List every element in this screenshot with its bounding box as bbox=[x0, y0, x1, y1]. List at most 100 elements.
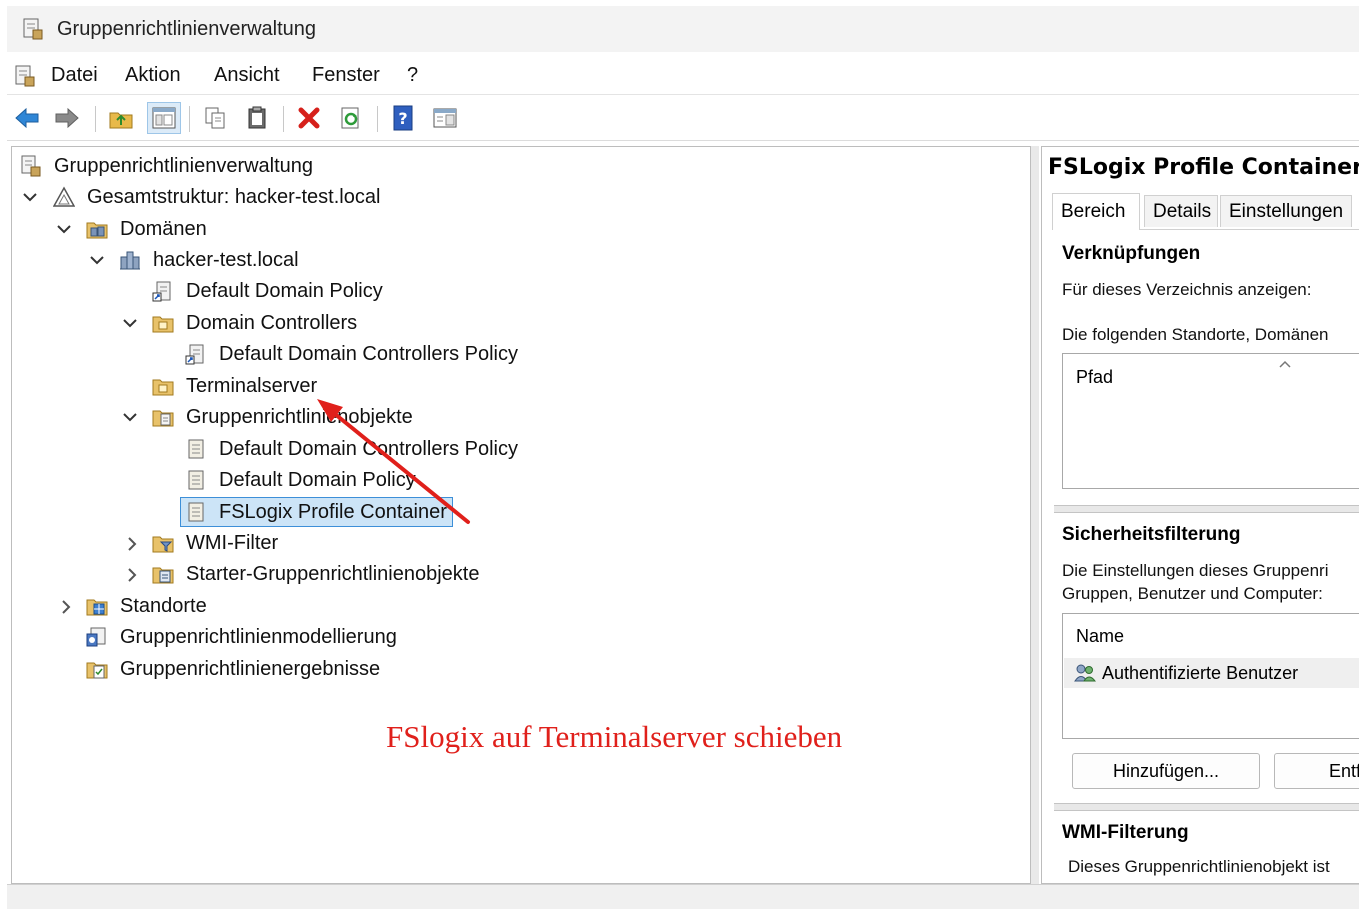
tree-node-gpo-container[interactable]: Gruppenrichtlinienobjekte bbox=[152, 403, 413, 431]
results-folder-icon bbox=[86, 658, 108, 680]
tree-label-terminalserver: Terminalserver bbox=[186, 374, 318, 397]
tree-label-gpo-fslogix: FSLogix Profile Container bbox=[219, 500, 447, 523]
menu-datei[interactable]: Datei bbox=[51, 64, 98, 87]
window-title: Gruppenrichtlinienverwaltung bbox=[57, 18, 317, 40]
wmi-heading: WMI-Filterung bbox=[1062, 822, 1189, 843]
tree-node-ddc-policy-link[interactable]: Default Domain Controllers Policy bbox=[185, 340, 518, 368]
forward-arrow-icon[interactable] bbox=[53, 104, 81, 132]
status-bar bbox=[7, 884, 1359, 909]
tab-details[interactable]: Details bbox=[1144, 195, 1218, 227]
security-list[interactable]: Name Authentifizierte Benutzer bbox=[1062, 613, 1359, 739]
tree-node-sites[interactable]: Standorte bbox=[86, 592, 207, 620]
chevron-down-icon[interactable] bbox=[56, 221, 72, 237]
chevron-down-icon[interactable] bbox=[89, 252, 105, 268]
tree-node-gpo-fslogix[interactable]: FSLogix Profile Container bbox=[180, 497, 453, 527]
tree-node-forest[interactable]: Gesamtstruktur: hacker-test.local bbox=[53, 183, 380, 211]
links-heading: Verknüpfungen bbox=[1062, 243, 1201, 264]
chevron-right-icon[interactable] bbox=[124, 536, 140, 552]
links-list[interactable]: Pfad bbox=[1062, 353, 1359, 489]
help-icon[interactable]: ? bbox=[389, 104, 417, 132]
gpo-link-icon bbox=[152, 280, 174, 302]
toolbar: ? bbox=[7, 96, 1359, 141]
gpo-scroll-icon bbox=[185, 501, 207, 523]
delete-icon[interactable] bbox=[295, 104, 323, 132]
tree-label-results: Gruppenrichtlinienergebnisse bbox=[120, 657, 381, 680]
chevron-down-icon[interactable] bbox=[122, 409, 138, 425]
gpmc-window: Gruppenrichtlinienverwaltung Datei Aktio… bbox=[7, 6, 1359, 909]
mmc-menu-icon[interactable] bbox=[13, 64, 37, 88]
add-button[interactable]: Hinzufügen... bbox=[1072, 753, 1260, 789]
sites-folder-icon bbox=[86, 595, 108, 617]
wmi-desc: Dieses Gruppenrichtlinienobjekt ist bbox=[1068, 857, 1330, 876]
menu-help[interactable]: ? bbox=[407, 64, 418, 87]
tree-node-results[interactable]: Gruppenrichtlinienergebnisse bbox=[86, 655, 380, 683]
tree-label-gpo-ddc-policy: Default Domain Controllers Policy bbox=[219, 437, 519, 460]
tree-node-default-domain-policy-link[interactable]: Default Domain Policy bbox=[152, 277, 383, 305]
security-entry-row[interactable]: Authentifizierte Benutzer bbox=[1064, 658, 1359, 688]
chevron-down-icon[interactable] bbox=[122, 315, 138, 331]
links-desc: Die folgenden Standorte, Domänen bbox=[1062, 325, 1329, 344]
tree-label-wmi-filter: WMI-Filter bbox=[186, 531, 279, 554]
tree-label-sites: Standorte bbox=[120, 594, 207, 617]
tree-label-domain-controllers: Domain Controllers bbox=[186, 311, 358, 334]
menu-ansicht[interactable]: Ansicht bbox=[214, 64, 280, 87]
tab-bereich[interactable]: Bereich bbox=[1052, 193, 1140, 230]
chevron-right-icon[interactable] bbox=[124, 567, 140, 583]
ou-folder-icon bbox=[152, 312, 174, 334]
domains-folder-icon bbox=[86, 218, 108, 240]
users-group-icon bbox=[1074, 663, 1096, 683]
svg-text:?: ? bbox=[398, 109, 407, 128]
gpo-folder-icon bbox=[152, 406, 174, 428]
copy-icon[interactable] bbox=[201, 104, 229, 132]
up-folder-icon[interactable] bbox=[107, 104, 135, 132]
security-entry-label: Authentifizierte Benutzer bbox=[1102, 662, 1299, 683]
tree-label-gpo-default-domain-policy: Default Domain Policy bbox=[219, 468, 416, 491]
sort-up-icon bbox=[1278, 356, 1292, 374]
properties-icon[interactable] bbox=[431, 104, 459, 132]
links-col-path[interactable]: Pfad bbox=[1076, 367, 1113, 388]
starter-gpo-folder-icon bbox=[152, 563, 174, 585]
chevron-right-icon[interactable] bbox=[58, 599, 74, 615]
toolbar-separator bbox=[189, 106, 190, 132]
tree-node-gpo-ddc-policy[interactable]: Default Domain Controllers Policy bbox=[185, 435, 518, 463]
toolbar-separator bbox=[95, 106, 96, 132]
refresh-icon[interactable] bbox=[337, 104, 365, 132]
chevron-down-icon[interactable] bbox=[22, 189, 38, 205]
security-desc-1: Die Einstellungen dieses Gruppenri bbox=[1062, 561, 1329, 580]
tree-node-domain-controllers[interactable]: Domain Controllers bbox=[152, 309, 357, 337]
paste-icon[interactable] bbox=[243, 104, 271, 132]
modeling-icon bbox=[86, 626, 108, 648]
section-separator bbox=[1054, 803, 1359, 811]
tab-einstellungen[interactable]: Einstellungen bbox=[1220, 195, 1352, 227]
tree-node-domains[interactable]: Domänen bbox=[86, 215, 207, 243]
menu-fenster[interactable]: Fenster bbox=[312, 64, 380, 87]
app-icon bbox=[21, 17, 45, 41]
tree-node-modeling[interactable]: Gruppenrichtlinienmodellierung bbox=[86, 623, 397, 651]
tree-label-domains: Domänen bbox=[120, 217, 207, 240]
remove-button[interactable]: Entf bbox=[1274, 753, 1359, 789]
security-col-name[interactable]: Name bbox=[1076, 626, 1124, 647]
tree-label-forest: Gesamtstruktur: hacker-test.local bbox=[87, 185, 381, 208]
tree-node-root[interactable]: Gruppenrichtlinienverwaltung bbox=[20, 152, 313, 180]
tree-node-terminalserver[interactable]: Terminalserver bbox=[152, 372, 317, 400]
toolbar-separator bbox=[283, 106, 284, 132]
back-arrow-icon[interactable] bbox=[13, 104, 41, 132]
wmi-folder-icon bbox=[152, 532, 174, 554]
gpo-scroll-icon bbox=[185, 438, 207, 460]
menu-aktion[interactable]: Aktion bbox=[125, 64, 181, 87]
tree-label-root: Gruppenrichtlinienverwaltung bbox=[54, 154, 314, 177]
tree-label-default-domain-policy-link: Default Domain Policy bbox=[186, 279, 383, 302]
section-separator bbox=[1054, 505, 1359, 513]
gpo-scroll-icon bbox=[185, 469, 207, 491]
show-hide-tree-icon[interactable] bbox=[147, 102, 181, 134]
tree-node-wmi-filter[interactable]: WMI-Filter bbox=[152, 529, 278, 557]
gpo-link-icon bbox=[185, 343, 207, 365]
links-show-for: Für dieses Verzeichnis anzeigen: bbox=[1062, 280, 1312, 299]
tree-label-ddc-policy-link: Default Domain Controllers Policy bbox=[219, 342, 519, 365]
pane-splitter[interactable] bbox=[1031, 146, 1039, 884]
tree-node-domain[interactable]: hacker-test.local bbox=[119, 246, 299, 274]
tree-node-starter-gpos[interactable]: Starter-Gruppenrichtlinienobjekte bbox=[152, 560, 480, 588]
tree-node-gpo-default-domain-policy[interactable]: Default Domain Policy bbox=[185, 466, 416, 494]
console-tree: Gruppenrichtlinienverwaltung Gesamtstruk… bbox=[11, 146, 1031, 884]
details-tabs: Bereich Details Einstellungen bbox=[1052, 193, 1359, 230]
